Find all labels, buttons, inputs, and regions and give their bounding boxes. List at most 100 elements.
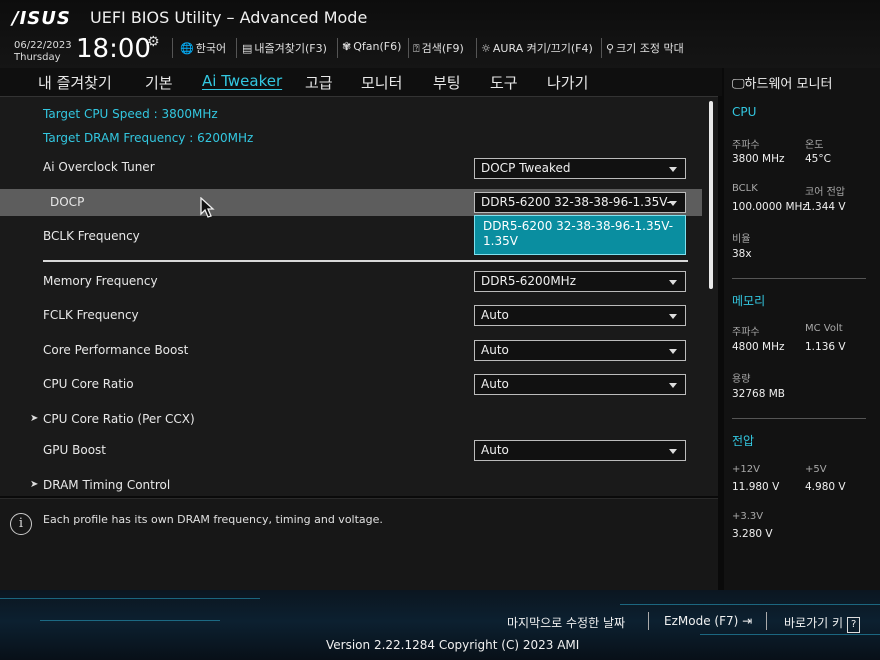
fclk-frequency-label: FCLK Frequency (43, 308, 139, 322)
decorative-streak (620, 604, 880, 605)
cpu-temp-value: 45°C (805, 153, 831, 165)
ratio-value: 38x (732, 248, 752, 260)
hw-divider (732, 278, 866, 279)
memory-frequency-value: DDR5-6200MHz (481, 274, 576, 288)
help-text: Each profile has its own DRAM frequency,… (43, 513, 383, 526)
ezmode-button[interactable]: EzMode (F7) ⇥ (664, 614, 752, 628)
monitor-icon: 🖵 (732, 77, 745, 92)
fclk-frequency-value: Auto (481, 308, 509, 322)
chevron-down-icon (669, 314, 677, 319)
chevron-down-icon (669, 201, 677, 206)
search-button[interactable]: ⍰ 검색(F9) (413, 40, 464, 56)
tab-main[interactable]: 기본 (145, 72, 173, 93)
main-scrollbar[interactable] (709, 101, 713, 289)
docp-select[interactable]: DDR5-6200 32-38-38-96-1.35V- (474, 192, 686, 213)
capacity-label: 용량 (732, 374, 751, 385)
tab-monitor[interactable]: 모니터 (361, 72, 402, 93)
resize-bar-button[interactable]: ⚲ 크기 조정 막대 (606, 40, 684, 56)
bclk-value: 100.0000 MHz (732, 201, 808, 213)
asus-logo: /ISUS (12, 8, 71, 29)
cpu-section-title: CPU (732, 105, 757, 119)
aura-button[interactable]: ☼ AURA 켜기/끄기(F4) (481, 40, 593, 56)
cpu-core-ratio-value: Auto (481, 377, 509, 391)
footer-bar: 마지막으로 수정한 날짜 EzMode (F7) ⇥ 바로가기 키? Versi… (0, 590, 880, 660)
v33-label: +3.3V (732, 511, 764, 522)
ezmode-label: EzMode (F7) (664, 614, 739, 628)
mem-freq-label: 주파수 (732, 327, 760, 338)
top-bar: /ISUS UEFI BIOS Utility – Advanced Mode … (0, 0, 880, 68)
docp-dropdown-option[interactable]: DDR5-6200 32-38-38-96-1.35V-1.35V (474, 215, 686, 255)
gpu-boost-value: Auto (481, 443, 509, 457)
date-display: 06/22/2023 Thursday (14, 40, 72, 64)
memory-frequency-select[interactable]: DDR5-6200MHz (474, 271, 686, 292)
help-key-icon: ? (847, 617, 861, 633)
cpu-freq-value: 3800 MHz (732, 153, 785, 165)
footer-divider (648, 612, 649, 630)
hotkeys-button[interactable]: 바로가기 키? (784, 614, 861, 633)
decorative-streak (0, 598, 260, 599)
last-modified-button[interactable]: 마지막으로 수정한 날짜 (507, 614, 625, 631)
version-text: Version 2.22.1284 Copyright (C) 2023 AMI (326, 638, 580, 652)
chevron-down-icon (669, 383, 677, 388)
hw-divider (732, 418, 866, 419)
aura-label: AURA 켜기/끄기(F4) (492, 42, 593, 55)
cpu-core-ratio-select[interactable]: Auto (474, 374, 686, 395)
resize-bar-icon: ⚲ (606, 42, 615, 55)
clock: 18:00 (76, 34, 151, 64)
chevron-down-icon (669, 349, 677, 354)
app-title: UEFI BIOS Utility – Advanced Mode (90, 8, 368, 27)
tab-exit[interactable]: 나가기 (547, 72, 588, 93)
tab-favorites[interactable]: 내 즐겨찾기 (38, 72, 112, 93)
docp-label: DOCP (50, 195, 85, 209)
chevron-down-icon (669, 167, 677, 172)
qfan-button[interactable]: ✾ Qfan(F6) (342, 40, 401, 53)
hardware-monitor-label: 하드웨어 모니터 (744, 77, 833, 92)
toolbar-divider (476, 38, 477, 58)
tab-advanced[interactable]: 고급 (305, 72, 333, 93)
tab-tool[interactable]: 도구 (490, 72, 518, 93)
gpu-boost-select[interactable]: Auto (474, 440, 686, 461)
cpu-temp-label: 온도 (805, 140, 824, 151)
target-dram-frequency: Target DRAM Frequency : 6200MHz (43, 131, 254, 145)
mem-freq-value: 4800 MHz (732, 341, 785, 353)
cpu-core-ratio-per-ccx-link[interactable]: CPU Core Ratio (Per CCX) (43, 412, 195, 426)
favorites-list-icon: ▤ (242, 42, 253, 55)
mc-volt-value: 1.136 V (805, 341, 846, 353)
day-text: Thursday (14, 52, 61, 63)
fclk-frequency-select[interactable]: Auto (474, 305, 686, 326)
language-button[interactable]: 🌐 한국어 (180, 40, 226, 56)
dram-timing-control-link[interactable]: DRAM Timing Control (43, 478, 170, 492)
resize-label: 크기 조정 막대 (616, 42, 684, 55)
info-icon: i (10, 513, 32, 535)
v5-label: +5V (805, 464, 827, 475)
tab-ai-tweaker[interactable]: Ai Tweaker (202, 72, 282, 90)
ai-overclock-tuner-select[interactable]: DOCP Tweaked (474, 158, 686, 179)
target-cpu-speed: Target CPU Speed : 3800MHz (43, 107, 218, 121)
ratio-label: 비율 (732, 234, 751, 245)
cpu-freq-label: 주파수 (732, 140, 760, 151)
bclk-frequency-label: BCLK Frequency (43, 229, 140, 243)
gpu-boost-label: GPU Boost (43, 443, 107, 457)
memory-section-title: 메모리 (732, 294, 766, 308)
hotkeys-label: 바로가기 키 (784, 616, 844, 630)
hardware-monitor-panel: 🖵하드웨어 모니터 CPU 주파수 온도 3800 MHz 45°C BCLK … (724, 68, 880, 590)
core-performance-boost-select[interactable]: Auto (474, 340, 686, 361)
mouse-pointer-icon (200, 197, 215, 218)
voltage-section-title: 전압 (732, 434, 755, 448)
clock-settings-gear-icon[interactable]: ⚙ (147, 34, 160, 50)
v12-value: 11.980 V (732, 481, 780, 493)
aura-light-icon: ☼ (481, 42, 491, 55)
core-performance-boost-label: Core Performance Boost (43, 343, 189, 357)
footer-divider (766, 612, 767, 630)
favorites-button[interactable]: ▤ 내즐겨찾기(F3) (242, 40, 327, 56)
main-tab-bar: 내 즐겨찾기 기본 Ai Tweaker 고급 모니터 부팅 도구 나가기 (0, 68, 722, 96)
toolbar-divider (236, 38, 237, 58)
toolbar-divider (408, 38, 409, 58)
search-label: 검색(F9) (421, 42, 464, 55)
ai-overclock-tuner-value: DOCP Tweaked (481, 161, 571, 175)
decorative-streak (700, 634, 880, 635)
bclk-label: BCLK (732, 183, 758, 194)
help-panel: i Each profile has its own DRAM frequenc… (0, 498, 718, 590)
tab-boot[interactable]: 부팅 (433, 72, 461, 93)
vcore-value: 1.344 V (805, 201, 846, 213)
